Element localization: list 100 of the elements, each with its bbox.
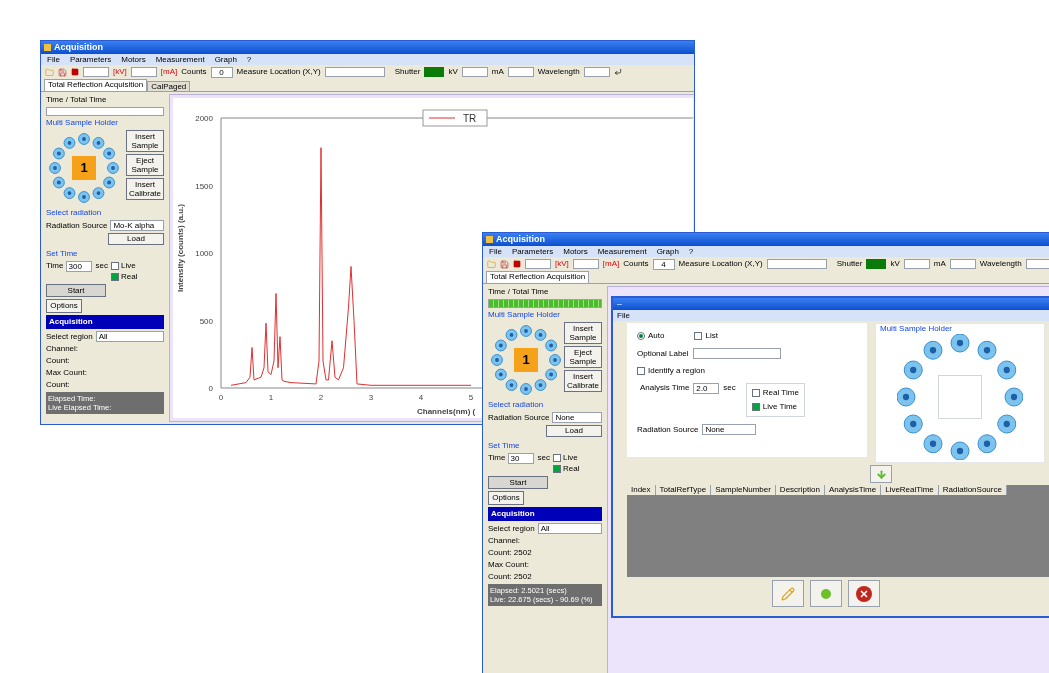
region-select[interactable]: All — [95, 331, 164, 342]
column-header[interactable]: TotalRefType — [655, 485, 712, 495]
location-field[interactable] — [766, 259, 827, 269]
column-header[interactable]: Description — [775, 485, 825, 495]
time-label: Time / Total Time — [488, 287, 550, 297]
analysis-time-spinner[interactable]: 2.0 — [693, 383, 720, 394]
holder-button[interactable]: Insert Calibrate — [564, 370, 602, 392]
arrow-down-icon — [875, 468, 887, 480]
checkbox[interactable] — [110, 262, 119, 270]
ma-readout-field — [949, 259, 976, 269]
holder-button[interactable]: Insert Calibrate — [126, 178, 164, 200]
holder-button[interactable]: Insert Sample — [564, 322, 602, 344]
radiation-select[interactable]: Mo-K alpha — [110, 220, 164, 231]
column-header[interactable]: SampleNumber — [711, 485, 776, 495]
column-header[interactable]: AnalysisTime — [824, 485, 882, 495]
load-button[interactable]: Load — [108, 233, 164, 245]
checkbox[interactable] — [637, 367, 645, 375]
group-label: Set Time — [46, 249, 79, 259]
save-icon[interactable] — [58, 67, 67, 77]
x-tick-label: 4 — [418, 393, 424, 402]
field-label: Select region — [46, 331, 93, 342]
menu-item[interactable]: File — [47, 53, 60, 66]
holder-button[interactable]: Insert Sample — [126, 130, 164, 152]
kv-readout-field — [903, 259, 930, 269]
menu-item[interactable]: Motors — [121, 53, 146, 66]
enter-icon[interactable] — [613, 68, 622, 76]
menu-item[interactable]: Motors — [563, 245, 588, 258]
menu-item[interactable]: File — [617, 310, 630, 321]
menu-item[interactable]: ? — [688, 245, 694, 258]
menu-item[interactable]: Graph — [656, 245, 679, 258]
readout-text: Count: — [46, 380, 71, 390]
tab[interactable]: Total Reflection Acquisition — [44, 79, 148, 91]
time-field[interactable]: 30 — [508, 453, 535, 464]
options-button[interactable]: Options — [488, 491, 524, 505]
time-field[interactable]: 300 — [66, 261, 93, 272]
wavelength-label: Wavelength — [979, 258, 1022, 270]
options-button[interactable]: Options — [46, 299, 82, 313]
holder-button[interactable]: Eject Sample — [564, 346, 602, 368]
y-tick-label: 500 — [199, 316, 213, 326]
stop-icon[interactable] — [71, 68, 79, 76]
kv-field[interactable] — [83, 67, 109, 77]
tab[interactable]: Total Reflection Acquisition — [486, 271, 590, 283]
checkbox[interactable] — [751, 403, 760, 411]
radiation-select[interactable]: None — [702, 424, 757, 435]
stop-icon[interactable] — [513, 260, 521, 268]
menu-item[interactable]: Parameters — [69, 53, 112, 66]
x-axis-title: Channels(nm) ( — [417, 407, 476, 416]
option-label: Real — [562, 464, 580, 474]
column-header[interactable]: LiveRealTime — [881, 485, 939, 495]
shutter-label: Shutter — [836, 258, 863, 270]
start-button[interactable]: Start — [46, 284, 106, 297]
readout-text: Count: 2502 — [488, 572, 533, 582]
kv-field[interactable] — [525, 259, 551, 269]
option-label: Auto — [648, 331, 665, 341]
column-header[interactable]: RadiationSource — [938, 485, 1007, 495]
readout-text: Max Count: — [46, 368, 88, 378]
location-field[interactable] — [324, 67, 385, 77]
group-label: Multi Sample Holder — [488, 310, 562, 320]
field-label: Optional Label — [637, 348, 689, 359]
counts-field[interactable]: 0 — [210, 66, 233, 78]
kv-label: kV — [448, 66, 458, 78]
wavelength-field — [583, 67, 610, 77]
confirm-button[interactable] — [810, 580, 842, 607]
field-label: Select region — [488, 523, 535, 534]
cancel-button[interactable] — [848, 580, 880, 607]
menu-item[interactable]: Graph — [214, 53, 237, 66]
counts-field[interactable]: 4 — [652, 258, 675, 270]
radiation-select[interactable]: None — [552, 412, 602, 423]
window-title: Acquisition — [54, 41, 103, 54]
holder-button[interactable]: Eject Sample — [126, 154, 164, 176]
close-icon — [856, 585, 872, 602]
region-select[interactable]: All — [537, 523, 602, 534]
menu-item[interactable]: File — [489, 245, 502, 258]
checkbox[interactable] — [751, 389, 760, 397]
unit-label: [kV] — [555, 258, 569, 270]
radio-button[interactable] — [637, 332, 645, 340]
checkbox[interactable] — [110, 273, 119, 281]
menu-item[interactable]: Measurement — [155, 53, 205, 66]
menu-item[interactable]: ? — [246, 53, 252, 66]
checkbox[interactable] — [552, 454, 561, 462]
column-header[interactable]: Index — [627, 485, 656, 495]
optional-label-field[interactable] — [692, 348, 781, 359]
save-icon[interactable] — [500, 259, 509, 269]
checkbox[interactable] — [694, 332, 703, 340]
menu-item[interactable]: Parameters — [511, 245, 554, 258]
edit-button[interactable] — [772, 580, 804, 607]
tab[interactable]: CalPaged — [147, 81, 191, 91]
chart-legend: TR — [422, 109, 488, 127]
menu-item[interactable]: Measurement — [597, 245, 647, 258]
group-label: Multi Sample Holder — [46, 118, 120, 128]
option-label: Live — [120, 261, 136, 271]
load-button[interactable]: Load — [546, 425, 602, 437]
option-label: Identify a region — [648, 366, 705, 376]
checkbox[interactable] — [552, 465, 561, 473]
shutter-indicator — [424, 67, 445, 77]
start-button[interactable]: Start — [488, 476, 548, 489]
option-label: Real Time — [762, 388, 799, 398]
move-down-button[interactable] — [870, 465, 892, 483]
unit-label: sec — [723, 383, 736, 393]
ma-readout-field — [507, 67, 534, 77]
